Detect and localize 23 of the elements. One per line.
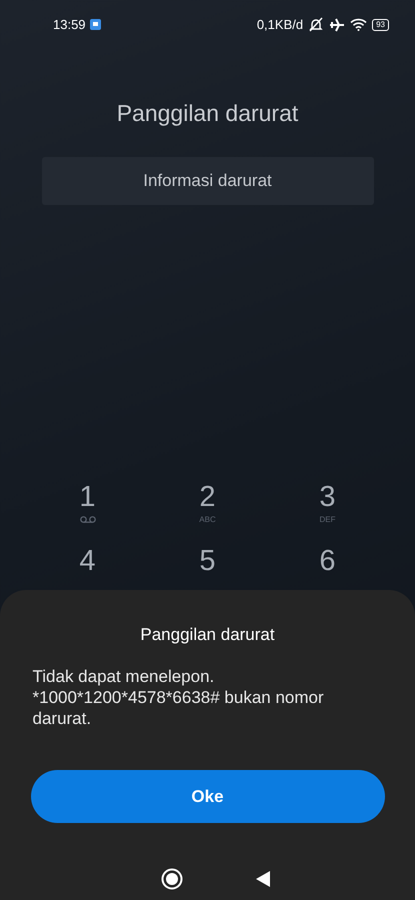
status-time: 13:59 — [53, 17, 86, 32]
dialog-title: Panggilan darurat — [140, 625, 275, 645]
dial-key[interactable]: 4 — [79, 545, 96, 577]
notification-icon — [90, 19, 101, 30]
wifi-icon — [350, 18, 368, 31]
key-letters: ABC — [199, 514, 216, 524]
key-letters: DEF — [320, 514, 336, 524]
dial-key[interactable]: 2 — [199, 481, 216, 513]
dialog-message: Tidak dapat menelepon. *1000*1200*4578*6638# bukan nomor darurat. — [32, 666, 325, 729]
dial-key[interactable]: 5 — [199, 545, 216, 577]
dial-key[interactable]: 6 — [319, 545, 336, 577]
emergency-info-button[interactable]: Informasi darurat — [42, 157, 374, 205]
screen-title: Panggilan darurat — [116, 100, 298, 127]
home-icon[interactable] — [160, 868, 182, 890]
dial-key[interactable]: 1 — [79, 481, 96, 513]
airplane-icon — [329, 18, 346, 32]
muted-bell-icon — [308, 17, 324, 32]
back-icon[interactable] — [254, 870, 270, 888]
dial-key[interactable]: 3 — [319, 481, 336, 513]
voicemail-icon — [80, 516, 96, 522]
network-speed: 0,1KB/d — [256, 17, 304, 32]
ok-button[interactable]: Oke — [30, 770, 384, 823]
battery-icon: 93 — [372, 18, 389, 30]
